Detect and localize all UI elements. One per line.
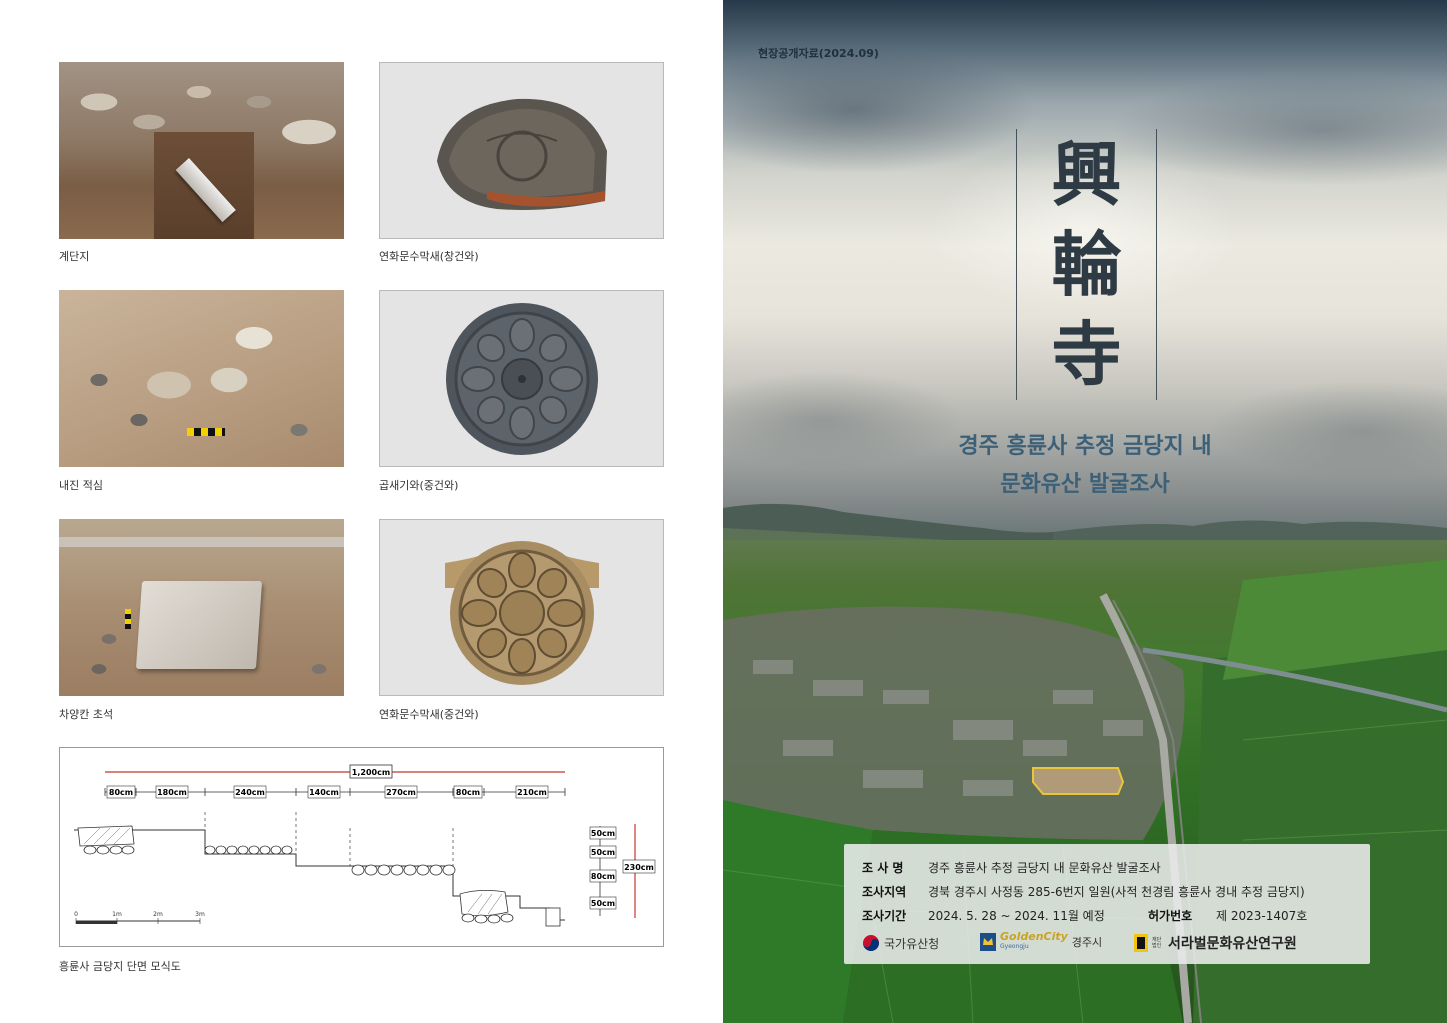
city-brand: GoldenCity [1000, 930, 1068, 943]
segment-label: 270cm [386, 788, 416, 797]
institute-emblem-icon [1134, 934, 1148, 952]
lotus-tile-photo-1 [379, 62, 664, 239]
cover-page: 현장공개자료(2024.09) 興 輪 寺 경주 흥륜사 추정 금당지 내 문화… [723, 0, 1447, 1023]
title-char: 寺 [1051, 313, 1122, 396]
title-block: 興 輪 寺 [1016, 129, 1157, 400]
section-diagram: 1,200cm 80cm 180cm 240cm 140cm 270cm 80c… [59, 747, 664, 947]
institute-prefix: 재단법인 [1152, 937, 1162, 949]
info-panel: 조 사 명 경주 흥륜사 추정 금당지 내 문화유산 발굴조사 조사지역 경북 … [844, 844, 1370, 964]
crown-icon [980, 933, 996, 951]
segment-label: 180cm [157, 788, 187, 797]
permit-value: 제 2023-1407호 [1216, 909, 1308, 923]
total-width-label: 1,200cm [352, 768, 390, 777]
lotus-tile-photo-2 [379, 519, 664, 696]
permit-label: 허가번호 [1148, 909, 1193, 923]
scale-label: 0 [74, 911, 78, 918]
total-height-label: 230cm [624, 863, 654, 872]
segment-label: 140cm [309, 788, 339, 797]
scale-label: 2m [153, 911, 163, 918]
scale-bar [125, 609, 131, 629]
height-label: 50cm [591, 829, 615, 838]
ridge-tile-photo [379, 290, 664, 467]
roof-tile-fragment [436, 98, 607, 210]
institute-name: 서라벌문화유산연구원 [1168, 936, 1297, 952]
subtitle-line: 경주 흥륜사 추정 금당지 내 [958, 434, 1212, 459]
photo-caption: 계단지 [59, 250, 90, 263]
scale-label: 3m [195, 911, 205, 918]
survey-name-label: 조 사 명 [862, 861, 904, 875]
round-roof-tile [444, 540, 599, 685]
city-logo: GoldenCity Gyeongju 경주시 [980, 930, 1103, 952]
city-brand-sub: Gyeongju [1000, 943, 1029, 950]
segment-label: 210cm [517, 788, 547, 797]
segment-label: 240cm [235, 788, 265, 797]
photo-caption: 연화문수막새(중건와) [379, 708, 479, 721]
title-char: 興 [1051, 133, 1122, 216]
round-roof-tile [445, 302, 598, 455]
foundation-stone [135, 581, 263, 669]
scale-bar [187, 428, 225, 436]
section-caption: 흥륜사 금당지 단면 모식도 [59, 960, 181, 973]
cornerstone-photo [59, 519, 344, 696]
subtitle-line: 문화유산 발굴조사 [1000, 472, 1170, 497]
taegeuk-icon [863, 935, 879, 951]
institute-logo: 재단법인 서라벌문화유산연구원 [1134, 933, 1297, 953]
survey-name-value: 경주 흥륜사 추정 금당지 내 문화유산 발굴조사 [928, 861, 1161, 875]
photo-caption: 곱새기와(중건와) [379, 479, 459, 492]
photo-caption: 연화문수막새(창건와) [379, 250, 479, 263]
scale-label: 1m [112, 911, 122, 918]
height-label: 50cm [591, 899, 615, 908]
height-label: 80cm [591, 872, 615, 881]
inner-foundation-photo [59, 290, 344, 467]
agency-logo: 국가유산청 [862, 934, 939, 952]
photo-caption: 내진 적심 [59, 479, 103, 492]
press-release-label: 현장공개자료(2024.09) [758, 47, 879, 60]
agency-name: 국가유산청 [884, 936, 940, 951]
height-label: 50cm [591, 848, 615, 857]
survey-period-label: 조사기간 [862, 909, 907, 923]
city-name: 경주시 [1071, 936, 1103, 949]
left-page: 계단지 연화문수막새(창건와) 내진 적심 곱새기와(중건와) 차양칸 초석 연… [0, 0, 723, 1023]
stair-site-photo [59, 62, 344, 239]
section-drawing: 1,200cm 80cm 180cm 240cm 140cm 270cm 80c… [74, 764, 656, 927]
segment-label: 80cm [456, 788, 480, 797]
survey-area-label: 조사지역 [862, 885, 907, 899]
survey-area-value: 경북 경주시 사정동 285-6번지 일원(사적 천경림 흥륜사 경내 추정 금… [928, 885, 1305, 899]
title-char: 輪 [1051, 223, 1122, 306]
survey-period-value: 2024. 5. 28 ~ 2024. 11월 예정 [928, 909, 1105, 923]
segment-label: 80cm [109, 788, 133, 797]
photo-caption: 차양칸 초석 [59, 708, 114, 721]
